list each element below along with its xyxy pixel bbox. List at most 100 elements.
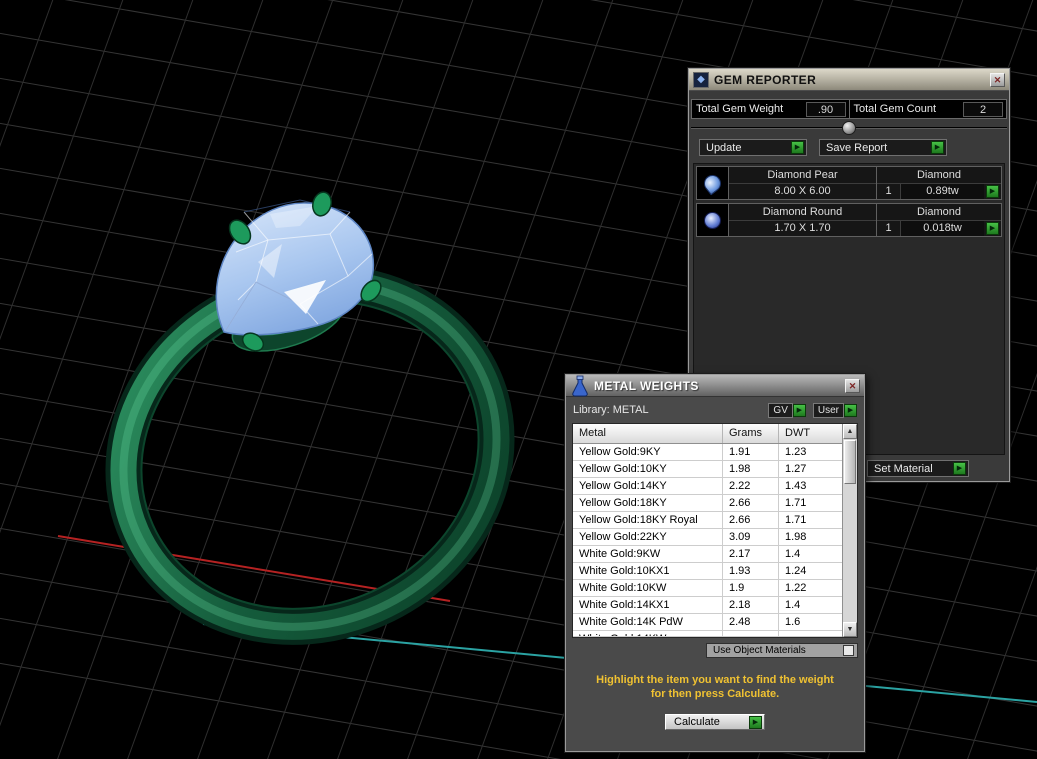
table-row[interactable]: White Gold:10KW 1.9 1.22 bbox=[573, 580, 842, 597]
grams-cell: 1.9 bbox=[723, 580, 779, 596]
dwt-cell: 1.71 bbox=[785, 497, 807, 509]
scrollbar-thumb[interactable] bbox=[844, 440, 856, 484]
update-button[interactable]: Update ▶ bbox=[699, 139, 807, 156]
dwt-cell: 1.6 bbox=[785, 616, 801, 628]
flask-icon bbox=[572, 375, 588, 397]
gem-totals-bar: Total Gem Weight .90 Total Gem Count 2 bbox=[691, 99, 1007, 119]
total-gem-count-value: 2 bbox=[963, 101, 1003, 117]
instruction-line-2: for then press Calculate. bbox=[650, 688, 780, 700]
scroll-up-icon[interactable]: ▲ bbox=[843, 424, 857, 439]
grams-cell: 2.22 bbox=[723, 478, 779, 494]
gem-weight: 0.89tw bbox=[901, 183, 984, 199]
gem-reporter-titlebar[interactable]: ◆ GEM REPORTER ✕ bbox=[689, 69, 1009, 91]
flyout-arrow-icon[interactable]: ▶ bbox=[931, 141, 944, 154]
app-window: ◆ GEM REPORTER ✕ Total Gem Weight .90 To… bbox=[0, 0, 1037, 759]
flyout-arrow-icon[interactable]: ▶ bbox=[791, 141, 804, 154]
library-row: Library: METAL GV ▶ User ▶ bbox=[566, 397, 864, 423]
update-button-label: Update bbox=[706, 141, 742, 154]
close-icon[interactable]: ✕ bbox=[990, 72, 1005, 87]
table-row[interactable]: Yellow Gold:14KY 2.22 1.43 bbox=[573, 478, 842, 495]
gem-row[interactable]: Diamond Pear 8.00 X 6.00 Diamond 1 0.89t… bbox=[696, 166, 1002, 200]
gem-size: 1.70 X 1.70 bbox=[729, 219, 876, 237]
dwt-cell: 1.23 bbox=[785, 446, 807, 458]
table-row[interactable]: Yellow Gold:18KY Royal 2.66 1.71 bbox=[573, 512, 842, 529]
grams-cell: 2.66 bbox=[723, 512, 779, 528]
gem-count: 1 bbox=[877, 220, 901, 236]
gem-weight-row: 1 0.89tw ▶ bbox=[877, 183, 1001, 199]
grams-cell: 2.17 bbox=[723, 546, 779, 562]
dwt-cell: 1.24 bbox=[785, 565, 807, 577]
dwt-cell: 1.4 bbox=[785, 548, 801, 560]
metal-cell: White Gold:10KX1 bbox=[573, 563, 723, 579]
table-row[interactable]: Yellow Gold:10KY 1.98 1.27 bbox=[573, 461, 842, 478]
metal-cell: Yellow Gold:10KY bbox=[573, 461, 723, 477]
gem-thumbnail bbox=[697, 167, 729, 199]
panel-title: GEM REPORTER bbox=[714, 72, 817, 87]
divider-knob[interactable] bbox=[842, 121, 856, 135]
table-row[interactable]: White Gold:14K PdW 2.48 1.6 bbox=[573, 614, 842, 631]
table-row[interactable]: White Gold:14KW bbox=[573, 631, 842, 637]
pear-gem-icon bbox=[700, 171, 725, 195]
table-row[interactable]: Yellow Gold:22KY 3.09 1.98 bbox=[573, 529, 842, 546]
grams-cell: 2.18 bbox=[723, 597, 779, 613]
save-report-button-label: Save Report bbox=[826, 141, 888, 154]
gv-button[interactable]: GV ▶ bbox=[768, 402, 806, 418]
round-gem-icon bbox=[704, 211, 721, 229]
table-row[interactable]: Yellow Gold:18KY 2.66 1.71 bbox=[573, 495, 842, 512]
close-icon[interactable]: ✕ bbox=[845, 378, 860, 393]
total-gem-weight-value: .90 bbox=[805, 101, 846, 117]
grams-cell bbox=[723, 631, 779, 636]
dwt-cell: 1.71 bbox=[785, 514, 807, 526]
set-material-button-label: Set Material bbox=[874, 462, 933, 475]
gem-name-column: Diamond Pear 8.00 X 6.00 bbox=[729, 167, 877, 199]
metal-table: Metal Grams DWT Yellow Gold:9KY 1.91 1.2… bbox=[572, 423, 858, 638]
set-material-button[interactable]: Set Material ▶ bbox=[867, 460, 969, 477]
gem-name: Diamond Pear bbox=[767, 168, 838, 181]
table-row[interactable]: Yellow Gold:9KY 1.91 1.23 bbox=[573, 444, 842, 461]
metal-cell: White Gold:14KW bbox=[573, 631, 723, 636]
flyout-arrow-icon[interactable]: ▶ bbox=[792, 403, 806, 417]
column-header-grams[interactable]: Grams bbox=[723, 424, 779, 443]
gem-material: Diamond bbox=[877, 167, 1001, 184]
use-object-materials-checkbox[interactable] bbox=[843, 645, 854, 656]
calculate-button-label: Calculate bbox=[674, 716, 720, 728]
table-row[interactable]: White Gold:9KW 2.17 1.4 bbox=[573, 546, 842, 563]
gem-row[interactable]: Diamond Round 1.70 X 1.70 Diamond 1 0.01… bbox=[696, 203, 1002, 237]
gem-material: Diamond bbox=[877, 204, 1001, 221]
user-button[interactable]: User ▶ bbox=[812, 402, 857, 418]
gem-reporter-actions: Update ▶ Save Report ▶ bbox=[699, 139, 999, 156]
flyout-arrow-icon[interactable]: ▶ bbox=[986, 184, 999, 198]
metal-cell: Yellow Gold:18KY Royal bbox=[573, 512, 723, 528]
grams-cell: 2.66 bbox=[723, 495, 779, 511]
gem-size: 8.00 X 6.00 bbox=[729, 182, 876, 200]
vertical-scrollbar[interactable]: ▲ ▼ bbox=[842, 424, 857, 637]
metal-cell: White Gold:9KW bbox=[573, 546, 723, 562]
divider bbox=[691, 119, 1007, 137]
gem-weight: 0.018tw bbox=[901, 220, 984, 236]
table-body: Yellow Gold:9KY 1.91 1.23 Yellow Gold:10… bbox=[573, 444, 842, 637]
ring-model[interactable] bbox=[68, 190, 552, 686]
flyout-arrow-icon[interactable]: ▶ bbox=[749, 715, 762, 729]
instruction-line-1: Highlight the item you want to find the … bbox=[596, 674, 834, 686]
calculate-button[interactable]: Calculate ▶ bbox=[665, 714, 765, 730]
gv-button-label: GV bbox=[768, 402, 793, 418]
table-row[interactable]: White Gold:10KX1 1.93 1.24 bbox=[573, 563, 842, 580]
metal-weights-titlebar[interactable]: METAL WEIGHTS ✕ bbox=[566, 375, 864, 397]
save-report-button[interactable]: Save Report ▶ bbox=[819, 139, 947, 156]
grams-cell: 1.91 bbox=[723, 444, 779, 460]
grams-cell: 2.48 bbox=[723, 614, 779, 630]
use-object-materials-toggle[interactable]: Use Object Materials bbox=[706, 643, 858, 658]
table-row[interactable]: White Gold:14KX1 2.18 1.4 bbox=[573, 597, 842, 614]
metal-cell: Yellow Gold:14KY bbox=[573, 478, 723, 494]
scroll-down-icon[interactable]: ▼ bbox=[843, 622, 857, 637]
use-object-materials-label: Use Object Materials bbox=[713, 645, 806, 656]
flyout-arrow-icon[interactable]: ▶ bbox=[986, 221, 999, 235]
dwt-cell: 1.27 bbox=[785, 463, 807, 475]
metal-cell: White Gold:14K PdW bbox=[573, 614, 723, 630]
gem-name: Diamond Round bbox=[762, 205, 843, 218]
column-header-metal[interactable]: Metal bbox=[573, 424, 723, 443]
flyout-arrow-icon[interactable]: ▶ bbox=[844, 403, 857, 417]
metal-cell: White Gold:14KX1 bbox=[573, 597, 723, 613]
column-header-dwt[interactable]: DWT bbox=[779, 424, 842, 443]
flyout-arrow-icon[interactable]: ▶ bbox=[953, 462, 966, 475]
